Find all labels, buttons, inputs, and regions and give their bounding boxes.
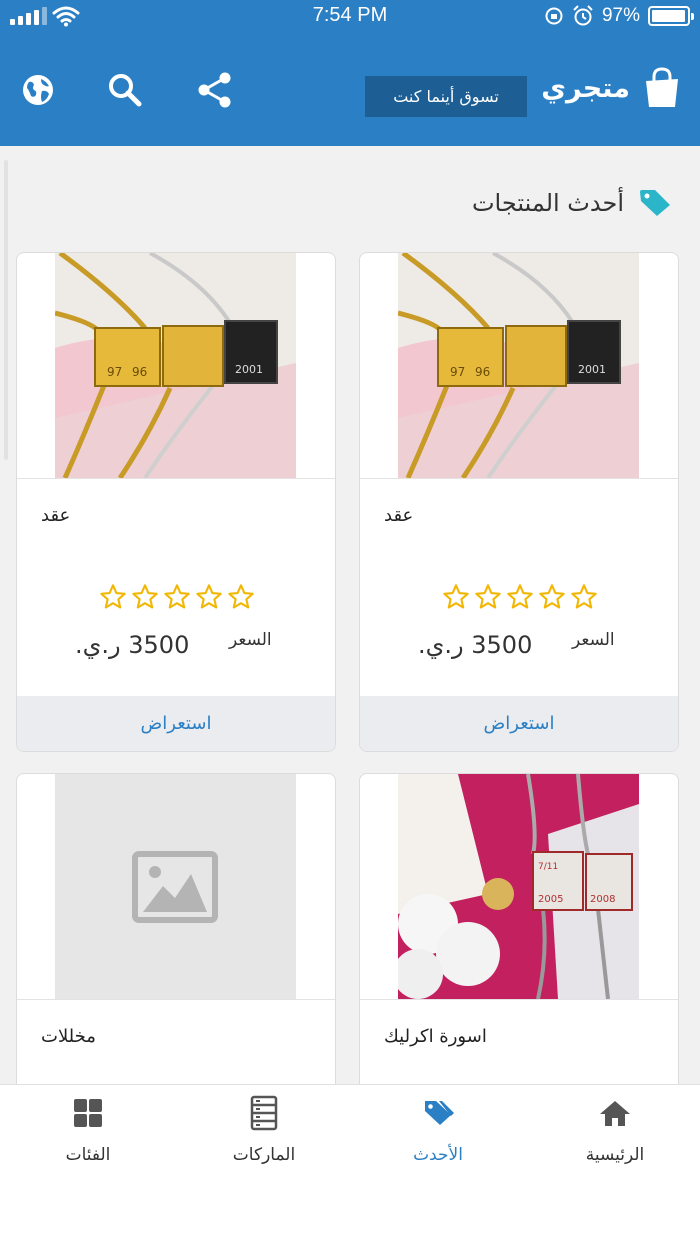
star-icon bbox=[100, 584, 126, 609]
battery-icon bbox=[648, 6, 694, 26]
star-icon bbox=[228, 584, 254, 609]
nav-categories[interactable]: الفئات bbox=[8, 1093, 168, 1165]
nav-label: الرئيسية bbox=[585, 1145, 645, 1165]
star-icon bbox=[132, 584, 158, 609]
tags-icon bbox=[425, 1101, 454, 1125]
svg-text:2001: 2001 bbox=[235, 363, 263, 376]
price-label: السعر bbox=[572, 630, 615, 650]
price-label: السعر bbox=[229, 630, 272, 650]
star-icon bbox=[475, 584, 501, 609]
grid-icon bbox=[74, 1099, 102, 1127]
view-button[interactable]: استعراض bbox=[360, 696, 678, 751]
section-title: أحدث المنتجات bbox=[471, 189, 624, 217]
product-card[interactable]: 7/11 2005 2008 اسورة اكرليك bbox=[359, 773, 679, 1084]
product-image[interactable] bbox=[55, 774, 296, 999]
app-title: متجري bbox=[541, 72, 630, 104]
product-name: مخللات bbox=[41, 1026, 96, 1047]
alarm-icon bbox=[573, 5, 593, 26]
rating-stars bbox=[442, 583, 598, 611]
product-card[interactable]: 97 96 2001 عقد السعر 3500 ر.ي. استعراض bbox=[359, 252, 679, 752]
svg-text:2005: 2005 bbox=[538, 894, 563, 905]
section-header: أحدث المنتجات bbox=[472, 188, 672, 218]
globe-icon[interactable] bbox=[18, 70, 58, 110]
price-value: 3500 ر.ي. bbox=[418, 631, 533, 659]
orientation-lock-icon bbox=[545, 7, 563, 25]
svg-text:97: 97 bbox=[107, 365, 122, 379]
scroll-indicator bbox=[4, 160, 8, 460]
product-card[interactable]: مخللات bbox=[16, 773, 336, 1084]
star-icon bbox=[443, 584, 469, 609]
brands-list-icon bbox=[250, 1095, 278, 1131]
product-name: اسورة اكرليك bbox=[384, 1026, 487, 1047]
nav-home[interactable]: الرئيسية bbox=[535, 1093, 695, 1165]
svg-text:96: 96 bbox=[132, 365, 147, 379]
nav-label: الماركات bbox=[232, 1145, 296, 1165]
product-image[interactable]: 7/11 2005 2008 bbox=[398, 774, 639, 999]
home-icon bbox=[600, 1101, 630, 1126]
nav-latest[interactable]: الأحدث bbox=[358, 1093, 518, 1165]
star-icon bbox=[164, 584, 190, 609]
bag-icon bbox=[646, 67, 678, 107]
search-icon[interactable] bbox=[105, 70, 145, 110]
share-icon[interactable] bbox=[195, 70, 235, 110]
bottom-navigation: الرئيسية الأحدث الماركات الفئات bbox=[0, 1084, 700, 1244]
star-icon bbox=[196, 584, 222, 609]
product-card[interactable]: 97 96 2001 عقد السعر 3500 ر.ي. استعراض bbox=[16, 252, 336, 752]
product-image[interactable]: 97 96 2001 bbox=[55, 253, 296, 478]
product-image[interactable]: 97 96 2001 bbox=[398, 253, 639, 478]
price-value: 3500 ر.ي. bbox=[75, 631, 190, 659]
tagline: تسوق أينما كنت bbox=[365, 76, 527, 117]
svg-text:2001: 2001 bbox=[578, 363, 606, 376]
svg-text:96: 96 bbox=[475, 365, 490, 379]
brand: متجري bbox=[541, 66, 682, 110]
star-icon bbox=[507, 584, 533, 609]
star-icon bbox=[571, 584, 597, 609]
app-bar: تسوق أينما كنت متجري bbox=[0, 34, 700, 146]
rating-stars bbox=[99, 583, 255, 611]
tag-icon bbox=[640, 190, 670, 216]
star-icon bbox=[539, 584, 565, 609]
product-name: عقد bbox=[384, 505, 414, 526]
product-name: عقد bbox=[41, 505, 71, 526]
nav-label: الأحدث bbox=[413, 1145, 463, 1165]
svg-text:7/11: 7/11 bbox=[538, 862, 558, 872]
view-button[interactable]: استعراض bbox=[17, 696, 335, 751]
nav-label: الفئات bbox=[65, 1145, 111, 1165]
battery-percent: 97% bbox=[601, 5, 640, 26]
image-placeholder-icon bbox=[132, 851, 218, 923]
svg-text:97: 97 bbox=[450, 365, 465, 379]
nav-brands[interactable]: الماركات bbox=[184, 1093, 344, 1165]
svg-text:2008: 2008 bbox=[590, 894, 615, 905]
content-area[interactable]: أحدث المنتجات 97 96 2001 عقد السعر 3500 … bbox=[0, 146, 700, 1084]
status-bar: 7:54 PM 97% bbox=[0, 0, 700, 34]
